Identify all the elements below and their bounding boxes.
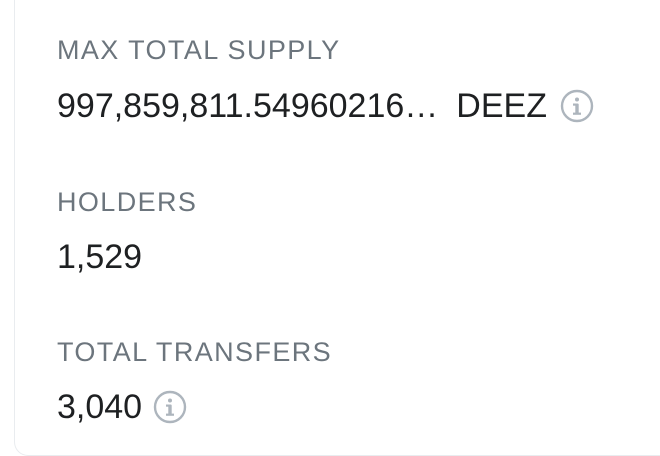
- total-transfers-value: 3,040: [57, 388, 143, 426]
- info-icon[interactable]: [152, 389, 188, 425]
- max-total-supply-value: 997,859,811.54960216…: [57, 87, 439, 125]
- total-transfers-stat: TOTAL TRANSFERS 3,040: [57, 336, 332, 427]
- token-symbol: DEEZ: [456, 87, 547, 125]
- token-overview-card: MAX TOTAL SUPPLY 997,859,811.54960216… D…: [14, 0, 660, 456]
- holders-label: HOLDERS: [57, 187, 198, 217]
- holders-row: 1,529: [57, 237, 197, 277]
- total-transfers-row: 3,040: [57, 387, 332, 427]
- max-total-supply-label: MAX TOTAL SUPPLY: [57, 35, 341, 65]
- max-total-supply-stat: MAX TOTAL SUPPLY 997,859,811.54960216… D…: [57, 34, 595, 126]
- holders-stat: HOLDERS 1,529: [57, 186, 197, 277]
- info-icon[interactable]: [559, 88, 595, 124]
- holders-value[interactable]: 1,529: [57, 237, 142, 277]
- total-transfers-label: TOTAL TRANSFERS: [57, 337, 333, 367]
- max-total-supply-row: 997,859,811.54960216… DEEZ: [57, 86, 595, 126]
